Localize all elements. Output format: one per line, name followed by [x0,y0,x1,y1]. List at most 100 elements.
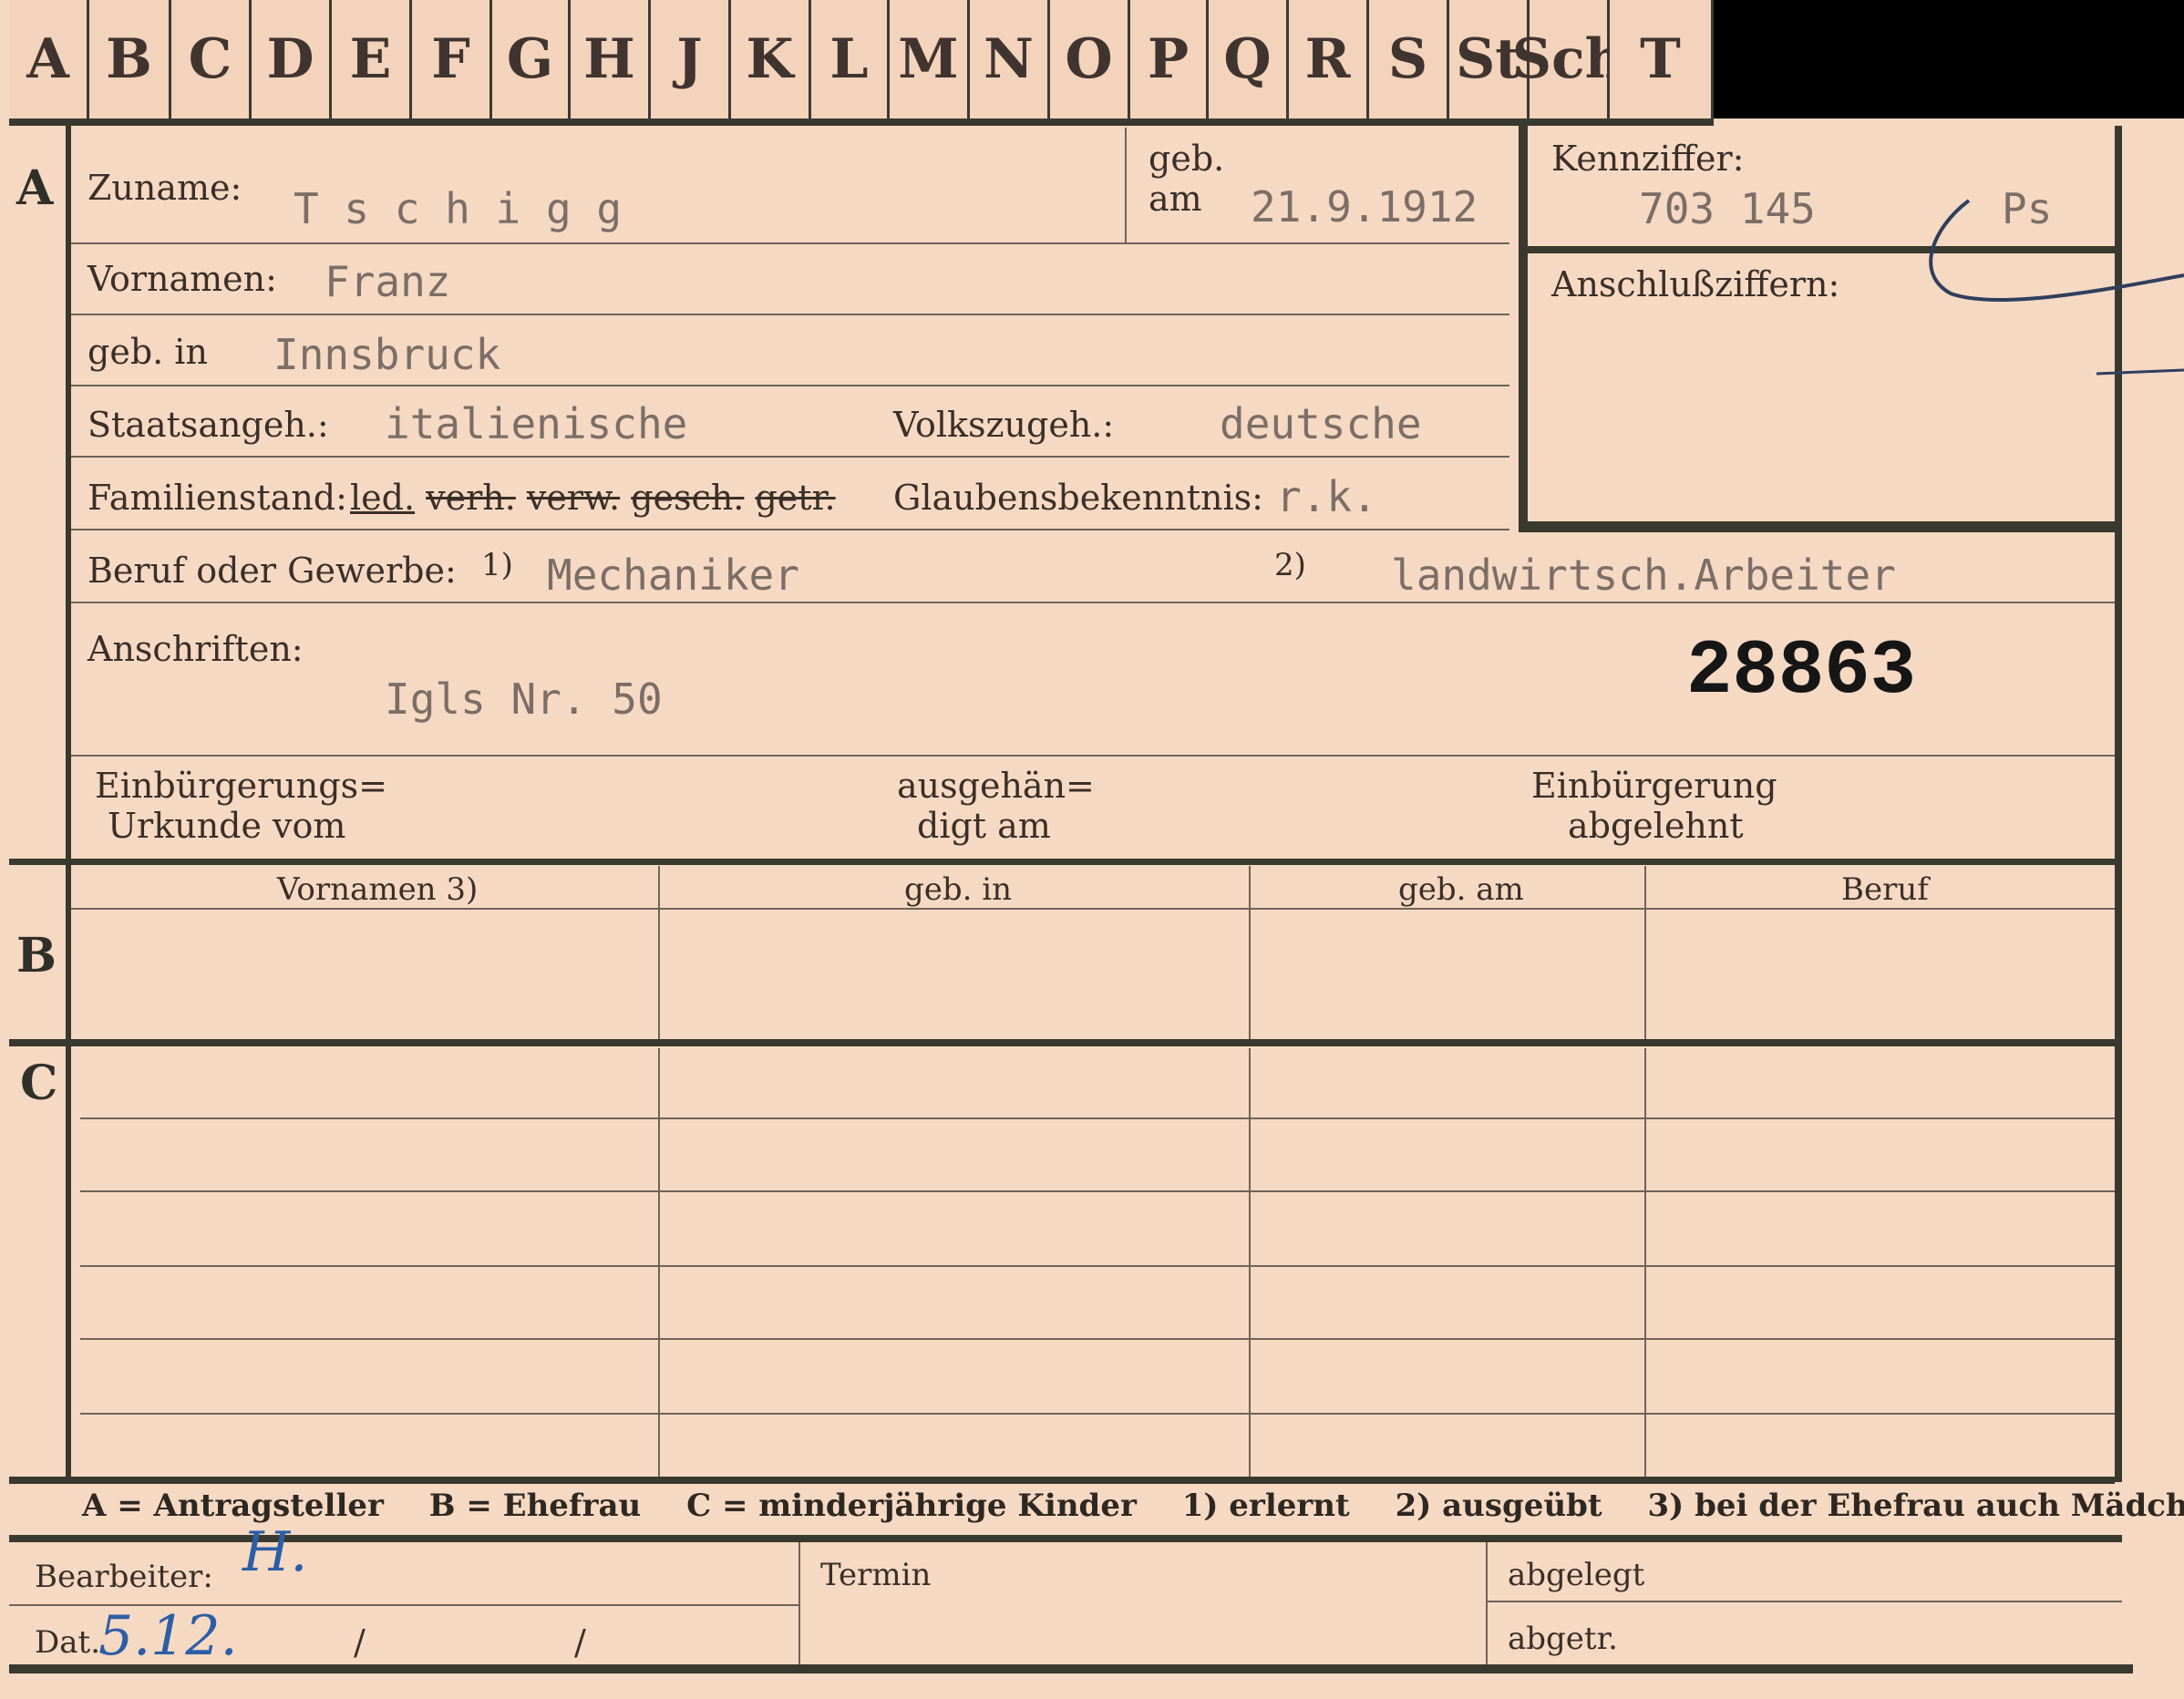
date-label: Dat. [35,1624,101,1661]
surname-value: T s c h i g g [294,184,623,233]
id-box-left [1519,126,1528,529]
legend-top [9,1477,2115,1484]
header-birthplace: geb. in [904,871,1013,908]
card-bottom [9,1664,2133,1673]
naturalization-cert-label-1: Einbürgerungs= [95,766,387,806]
index-tab-m: M [890,0,970,121]
tabs-baseline [9,121,1714,126]
marital-option-married: verh. [426,478,516,518]
header-birth-date: geb. am [1398,871,1524,908]
delivered-label-1: ausgehän= [897,766,1095,806]
index-tab-t: T [1610,0,1714,121]
rule-line [1249,866,1251,1039]
rule-line [1644,866,1646,1039]
index-tab-l: L [811,0,890,121]
file-number-stamp: 28863 [1686,629,1917,716]
section-a-letter: A [16,160,54,216]
rule-line [71,755,2115,757]
rule-line [1125,128,1127,242]
occupation-note-1: 1) [481,547,513,583]
table-row-line [80,1265,2115,1267]
clerk-initial-handwritten: H. [242,1520,308,1584]
section-c-top [9,1039,2115,1046]
separated-label: abgetr. [1508,1621,1618,1657]
date-slash-1: / [354,1622,366,1663]
legend-line: A = Antragsteller B = Ehefrau C = minder… [82,1488,2184,1524]
rule-line [71,242,1509,244]
surname-label: Zuname: [88,168,242,208]
index-tab-g: G [492,0,571,121]
clerk-label: Bearbeiter: [35,1559,213,1595]
section-c-letter: C [20,1055,58,1111]
marital-option-divorced: gesch. [631,478,745,518]
footer-top [9,1535,2122,1542]
marital-option-single: led. [350,478,416,518]
date-slash-2: / [574,1622,586,1663]
index-tab-r: R [1289,0,1369,121]
deadline-label: Termin [820,1557,932,1593]
legend-wife: B = Ehefrau [428,1488,642,1524]
born-on-label: geb. [1149,139,1225,179]
legend-learned: 1) erlernt [1181,1488,1350,1524]
rule-line [798,1542,800,1666]
marital-option-separated: getr. [755,478,836,518]
rule-line [71,385,1509,386]
legend-applicant: A = Antragsteller [82,1488,384,1524]
occupation-learned-value: Mechaniker [547,551,799,600]
naturalization-cert-label-2: Urkunde vom [108,806,346,846]
citizenship-value: italienische [385,399,688,448]
index-tab-sch: Sch [1512,0,1624,121]
section-b-letter: B [16,928,57,983]
citizenship-label: Staatsangeh.: [88,405,329,445]
religion-value: r.k. [1276,472,1377,521]
filed-label: abgelegt [1508,1557,1645,1593]
naturalization-denied-label-1: Einbürgerung [1531,766,1777,806]
marital-options: led. verh. verw. gesch. getr. [350,478,836,518]
index-tab-q: Q [1209,0,1289,121]
index-tab-b: B [89,0,171,121]
first-names-value: Franz [325,257,451,306]
legend-children: C = minderjährige Kinder [686,1488,1137,1524]
rule-line [71,456,1509,458]
birth-date-value: 21.9.1912 [1251,182,1478,232]
rule-line [71,602,2115,603]
id-number-value: 703 145 [1639,184,1816,233]
index-tab-h: H [571,0,651,121]
occupation-practiced-value: landwirtsch.Arbeiter [1391,551,1896,600]
table-row-line [80,1413,2115,1415]
date-handwritten: 5.12. [98,1604,238,1668]
id-number-label: Kennziffer: [1551,139,1745,179]
ethnicity-value: deutsche [1220,399,1422,448]
birthplace-label: geb. in [88,332,208,372]
born-on-label-2: am [1149,179,1202,219]
index-tab-p: P [1130,0,1209,121]
index-tab-o: O [1050,0,1130,121]
ethnicity-label: Volkszugeh.: [893,405,1115,445]
religion-label: Glaubensbekenntnis: [893,478,1263,518]
rule-line [1486,1601,2122,1602]
naturalization-denied-label-2: abgelehnt [1568,806,1744,846]
scan-background-corner [1714,0,2184,118]
index-tab-s: S [1369,0,1449,121]
first-names-label: Vornamen: [88,259,277,299]
rule-line [71,908,2115,910]
occupation-label: Beruf oder Gewerbe: [88,551,457,591]
occupation-note-2: 2) [1274,547,1306,583]
address-value: Igls Nr. 50 [385,674,663,724]
table-row-line [80,1338,2115,1340]
index-tab-e: E [332,0,412,121]
delivered-label-2: digt am [917,806,1051,846]
table-row-line [80,1190,2115,1192]
rule-line [71,314,1509,315]
index-tab-c: C [171,0,252,121]
id-box-bottom [1519,521,2115,532]
header-first-names: Vornamen 3) [277,871,479,908]
index-tab-k: K [731,0,811,121]
index-tab-a: A [9,0,89,121]
index-tab-f: F [412,0,492,121]
rule-line [658,866,660,1039]
index-tab-j: J [651,0,731,121]
pencil-mark-icon [1929,199,2184,376]
legend-practiced: 2) ausgeübt [1395,1488,1602,1524]
birthplace-value: Innsbruck [273,330,501,379]
